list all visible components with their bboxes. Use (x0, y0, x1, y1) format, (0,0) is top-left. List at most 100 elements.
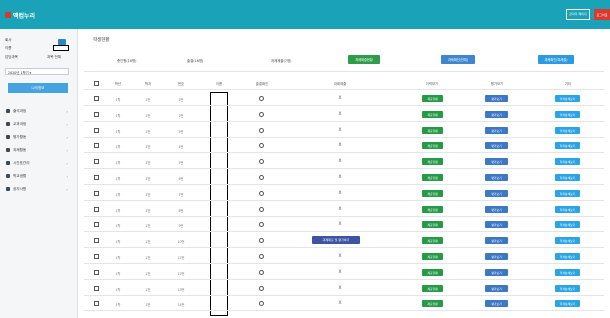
view-button[interactable]: 평가보기 (485, 300, 508, 307)
cell-grade: 1학 (115, 114, 121, 118)
task-evaluate-button[interactable]: 과제제출 및 평가하기 (312, 236, 360, 244)
view-button[interactable]: 평가보기 (485, 253, 508, 260)
cell-grade: 1학 (115, 130, 121, 134)
sidebar-menu-label: 교과과정 (13, 121, 27, 126)
cell-number: 4번 (178, 145, 184, 149)
detail-button[interactable]: 학적상세보기 (555, 221, 580, 228)
column-header: 출결확인 (255, 82, 269, 86)
my-info-button[interactable]: 나의정보 (8, 83, 68, 93)
detail-button[interactable]: 학적상세보기 (555, 142, 580, 149)
view-button[interactable]: 평가보기 (485, 221, 508, 228)
view-button[interactable]: 평가보기 (485, 190, 508, 197)
detail-button[interactable]: 학적상세보기 (555, 206, 580, 213)
cell-dept: 1반 (145, 98, 151, 102)
logout-button[interactable]: 로그아웃 (594, 9, 610, 20)
history-button[interactable]: 제출현황 (422, 95, 443, 102)
detail-button[interactable]: 학적상세보기 (555, 95, 580, 102)
chevron-right-icon: › (66, 173, 68, 179)
attend-circle-icon (259, 112, 264, 117)
detail-button[interactable]: 학적상세보기 (555, 190, 580, 197)
view-button[interactable]: 평가보기 (485, 95, 508, 102)
row-checkbox[interactable] (94, 96, 99, 101)
history-button[interactable]: 제출현황 (422, 237, 443, 244)
column-header: 이름 (215, 82, 223, 86)
history-button[interactable]: 제출현황 (422, 158, 443, 165)
row-checkbox[interactable] (94, 238, 99, 243)
chevron-right-icon: › (66, 147, 68, 153)
row-checkbox[interactable] (94, 301, 99, 306)
detail-button[interactable]: 학적상세보기 (555, 253, 580, 260)
cell-number: 11번 (177, 256, 185, 260)
sidebar-menu-item[interactable]: 과제활동 › (6, 146, 70, 154)
task-x-mark: X (338, 175, 342, 180)
view-button[interactable]: 평가보기 (485, 174, 508, 181)
history-button[interactable]: 제출현황 (422, 285, 443, 292)
view-button[interactable]: 평가보기 (485, 285, 508, 292)
row-checkbox[interactable] (94, 207, 99, 212)
sidebar-menu-item[interactable]: 시간표관리 › (6, 159, 70, 167)
row-checkbox[interactable] (94, 143, 99, 148)
row-checkbox[interactable] (94, 159, 99, 164)
view-button[interactable]: 평가보기 (485, 158, 508, 165)
chevron-right-icon: › (66, 186, 68, 192)
row-checkbox[interactable] (94, 286, 99, 291)
task-status-button[interactable]: 과제제출현황 (348, 55, 380, 64)
sidebar-menu-item[interactable]: 공지사항 › (6, 185, 70, 193)
sidebar-menu-item[interactable]: 교과과정 › (6, 120, 70, 128)
view-button[interactable]: 평가보기 (485, 206, 508, 213)
detail-button[interactable]: 학적상세보기 (555, 127, 580, 134)
task-x-mark: X (338, 207, 342, 212)
view-button[interactable]: 평가보기 (485, 269, 508, 276)
history-button[interactable]: 제출현황 (422, 174, 443, 181)
detail-button[interactable]: 학적상세보기 (555, 174, 580, 181)
task-check-unsubmitted-button[interactable]: 과제확인(미제출) (538, 55, 574, 64)
column-header: 평가보기 (490, 82, 504, 86)
row-checkbox[interactable] (94, 191, 99, 196)
sidebar-menu-item[interactable]: 출석과정 › (6, 107, 70, 115)
history-button[interactable]: 제출현황 (422, 206, 443, 213)
admin-page-button[interactable]: 관리자 페이지 (566, 9, 590, 20)
sidebar-info-label: 담당과목 (5, 55, 18, 59)
task-check-all-button[interactable]: 과제확인(전체) (441, 55, 475, 64)
select-all-checkbox[interactable] (94, 81, 99, 86)
chevron-right-icon: › (66, 108, 68, 114)
history-button[interactable]: 제출현황 (422, 300, 443, 307)
row-checkbox[interactable] (94, 112, 99, 117)
row-checkbox[interactable] (94, 270, 99, 275)
view-button[interactable]: 평가보기 (485, 142, 508, 149)
view-button[interactable]: 평가보기 (485, 111, 508, 118)
column-header: 과제제출 (333, 82, 347, 86)
detail-button[interactable]: 학적상세보기 (555, 300, 580, 307)
row-checkbox[interactable] (94, 254, 99, 259)
detail-button[interactable]: 학적상세보기 (555, 237, 580, 244)
sidebar-menu-item[interactable]: 학교생활 › (6, 172, 70, 180)
detail-button[interactable]: 학적상세보기 (555, 285, 580, 292)
cell-grade: 1학 (115, 240, 121, 244)
semester-select[interactable]: 2020년 1학기 ▾ (5, 68, 69, 75)
detail-button[interactable]: 학적상세보기 (555, 269, 580, 276)
history-button[interactable]: 제출현황 (422, 269, 443, 276)
history-button[interactable]: 제출현황 (422, 111, 443, 118)
top-navigation-bar: 맥컴누리 관리자 페이지 로그아웃 (0, 0, 610, 29)
history-button[interactable]: 제출현황 (422, 221, 443, 228)
view-button[interactable]: 평가보기 (485, 237, 508, 244)
cell-dept: 1반 (145, 256, 151, 260)
sidebar-menu-item[interactable]: 평가활동 › (6, 133, 70, 141)
app-logo[interactable]: 맥컴누리 (5, 11, 35, 20)
history-button[interactable]: 제출현황 (422, 190, 443, 197)
cell-number: 13번 (177, 288, 185, 292)
cell-grade: 1학 (115, 288, 121, 292)
cell-dept: 1반 (145, 272, 151, 276)
cell-number: 14번 (177, 303, 185, 307)
view-button[interactable]: 평가보기 (485, 127, 508, 134)
cell-dept: 1반 (145, 145, 151, 149)
row-checkbox[interactable] (94, 175, 99, 180)
detail-button[interactable]: 학적상세보기 (555, 158, 580, 165)
history-button[interactable]: 제출현황 (422, 142, 443, 149)
cell-number: 10번 (177, 240, 185, 244)
row-checkbox[interactable] (94, 222, 99, 227)
row-checkbox[interactable] (94, 128, 99, 133)
detail-button[interactable]: 학적상세보기 (555, 111, 580, 118)
history-button[interactable]: 제출현황 (422, 253, 443, 260)
history-button[interactable]: 제출현황 (422, 127, 443, 134)
